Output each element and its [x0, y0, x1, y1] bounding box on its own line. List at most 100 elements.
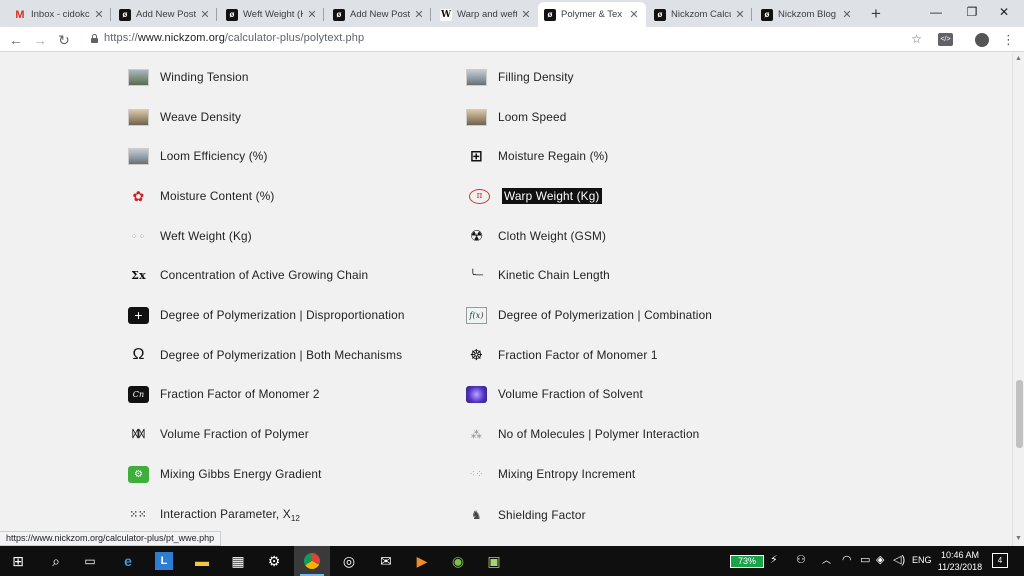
clock-time: 10:46 AM [940, 550, 980, 560]
close-icon[interactable]: ✕ [306, 8, 318, 21]
extension-icon[interactable]: </> [938, 33, 953, 46]
calc-link-kinetic-chain-length[interactable]: ╰─ Kinetic Chain Length [466, 263, 612, 287]
close-icon[interactable]: ✕ [841, 8, 853, 21]
close-icon[interactable]: ✕ [520, 8, 532, 21]
calc-link-shielding-factor[interactable]: ♞ Shielding Factor [466, 503, 588, 527]
tab-nickzom-calc[interactable]: ø Nickzom Calcu ✕ [648, 2, 752, 27]
forward-button[interactable]: → [30, 30, 50, 50]
purple-sphere-icon [466, 385, 487, 403]
close-icon[interactable]: ✕ [734, 8, 746, 21]
tab-title: Nickzom Calcu [671, 9, 731, 20]
tab-add-new-post-2[interactable]: ø Add New Post ✕ [327, 2, 431, 27]
calc-label: Mixing Entropy Increment [498, 467, 636, 481]
notification-center-icon[interactable]: 4 [992, 553, 1008, 568]
tab-polymer-textile[interactable]: ø Polymer & Tex ✕ [538, 2, 646, 27]
close-window-button[interactable]: ✕ [984, 0, 1024, 27]
calc-link-warp-weight[interactable]: π Warp Weight (Kg) [466, 184, 602, 208]
calc-label: Cloth Weight (GSM) [498, 229, 607, 243]
calc-link-fraction-factor-1[interactable]: ☸ Fraction Factor of Monomer 1 [466, 343, 660, 367]
media-player-icon[interactable]: ▶ [404, 546, 440, 576]
tab-separator [110, 8, 111, 21]
calc-label: Weave Density [160, 110, 242, 124]
plus-box-icon: + [128, 306, 149, 324]
back-button[interactable]: ← [6, 30, 26, 50]
search-icon[interactable]: ⌕ [38, 546, 74, 576]
calc-link-moisture-content[interactable]: ✿ Moisture Content (%) [128, 184, 276, 208]
people-icon[interactable]: ⚇ [796, 553, 806, 566]
network-icon[interactable]: ◈ [876, 553, 884, 566]
file-explorer-icon[interactable]: ▬ [184, 546, 220, 576]
tab-separator [751, 8, 752, 21]
calc-link-dp-disproportionation[interactable]: + Degree of Polymerization | Disproporti… [128, 303, 407, 327]
wifi-icon[interactable]: ◠ [842, 553, 852, 566]
calc-link-volume-fraction-solvent[interactable]: Volume Fraction of Solvent [466, 382, 645, 406]
system-clock[interactable]: 10:46 AM 11/23/2018 [934, 549, 986, 573]
calc-link-weave-density[interactable]: Weave Density [128, 105, 243, 129]
calc-link-no-of-molecules[interactable]: ⁂ No of Molecules | Polymer Interaction [466, 422, 701, 446]
task-view-icon[interactable]: ▭ [72, 546, 108, 576]
new-tab-button[interactable]: + [866, 4, 886, 24]
page-scrollbar[interactable]: ▲ ▼ [1012, 53, 1024, 546]
close-icon[interactable]: ✕ [413, 8, 425, 21]
scrollbar-thumb[interactable] [1016, 380, 1023, 448]
calc-link-interaction-parameter[interactable]: ⁙⁙ Interaction Parameter, X12 [128, 502, 302, 526]
tab-inbox[interactable]: M Inbox - cidokc ✕ [8, 2, 111, 27]
minimize-button[interactable]: — [916, 0, 956, 27]
bookmark-star-icon[interactable]: ☆ [908, 31, 925, 48]
calc-link-winding-tension[interactable]: Winding Tension [128, 65, 251, 89]
calc-link-fraction-factor-2[interactable]: Cn Fraction Factor of Monomer 2 [128, 382, 322, 406]
chevron-up-icon[interactable]: ︿ [822, 553, 831, 566]
tab-title: Add New Post [350, 9, 410, 20]
android-studio-icon[interactable]: ◉ [440, 546, 476, 576]
profile-avatar[interactable] [975, 33, 989, 47]
menu-icon[interactable]: ⋮ [1000, 31, 1017, 48]
tab-warp-and-weft[interactable]: W Warp and weft ✕ [434, 2, 538, 27]
clock-date: 11/23/2018 [937, 562, 983, 572]
settings-gear-icon[interactable]: ⚙ [256, 546, 292, 576]
calc-label: Loom Speed [498, 110, 567, 124]
calc-label: Concentration of Active Growing Chain [160, 268, 369, 282]
edge-browser-icon[interactable]: e [110, 546, 146, 576]
calc-link-filling-density[interactable]: Filling Density [466, 65, 576, 89]
url-host: www.nickzom.org [137, 32, 225, 44]
calc-label: Volume Fraction of Polymer [160, 427, 309, 441]
calc-link-dp-both-mechanisms[interactable]: Ω Degree of Polymerization | Both Mechan… [128, 343, 404, 367]
photo-icon [466, 68, 487, 86]
mail-icon[interactable]: ✉ [368, 546, 404, 576]
tab-weft-weight[interactable]: ø Weft Weight (K ✕ [220, 2, 324, 27]
language-indicator[interactable]: ENG [912, 555, 932, 565]
battery-icon[interactable]: ▭ [860, 553, 870, 566]
scroll-down-icon[interactable]: ▼ [1015, 535, 1022, 542]
calc-label: Kinetic Chain Length [498, 268, 610, 282]
close-icon[interactable]: ✕ [199, 8, 211, 21]
address-bar[interactable]: https://www.nickzom.org/calculator-plus/… [104, 32, 364, 44]
close-icon[interactable]: ✕ [628, 8, 640, 21]
calc-link-cloth-weight[interactable]: ☢ Cloth Weight (GSM) [466, 224, 608, 248]
shield-figure-icon: ♞ [471, 508, 482, 522]
calc-link-loom-speed[interactable]: Loom Speed [466, 105, 568, 129]
tab-nickzom-blog[interactable]: ø Nickzom Blog ✕ [755, 2, 859, 27]
close-icon[interactable]: ✕ [93, 8, 105, 21]
battery-indicator[interactable]: 73% [730, 555, 764, 568]
circle-app-icon[interactable]: ◎ [331, 546, 367, 576]
calc-link-mixing-entropy[interactable]: ⁖⁘ Mixing Entropy Increment [466, 462, 637, 486]
calc-link-dp-combination[interactable]: f(x) Degree of Polymerization | Combinat… [466, 303, 714, 327]
calculator-icon[interactable]: ▦ [220, 546, 256, 576]
scroll-up-icon[interactable]: ▲ [1015, 55, 1022, 62]
chrome-icon[interactable] [294, 546, 330, 576]
calc-label: Fraction Factor of Monomer 2 [160, 387, 320, 401]
calc-link-concentration-active-chain[interactable]: Σx Concentration of Active Growing Chain [128, 263, 370, 287]
calc-link-weft-weight[interactable]: ⁘⁘ Weft Weight (Kg) [128, 224, 254, 248]
windows-start-icon[interactable]: ⊞ [0, 546, 36, 576]
molecule-icon: ⁂ [470, 428, 483, 441]
calc-link-volume-fraction-polymer[interactable]: ᛞᛞ Volume Fraction of Polymer [128, 422, 311, 446]
calc-label: Degree of Polymerization | Disproportion… [160, 308, 405, 322]
calc-link-loom-efficiency[interactable]: Loom Efficiency (%) [128, 144, 270, 168]
image-editor-icon[interactable]: ▣ [476, 546, 512, 576]
volume-icon[interactable]: ◁) [893, 553, 905, 566]
tab-add-new-post-1[interactable]: ø Add New Post ✕ [113, 2, 217, 27]
calc-link-mixing-gibbs[interactable]: ⚙ Mixing Gibbs Energy Gradient [128, 462, 324, 486]
app-l-icon[interactable]: L [146, 546, 182, 576]
reload-button[interactable]: ↻ [54, 30, 74, 50]
calc-link-moisture-regain[interactable]: ⊞ Moisture Regain (%) [466, 144, 610, 168]
